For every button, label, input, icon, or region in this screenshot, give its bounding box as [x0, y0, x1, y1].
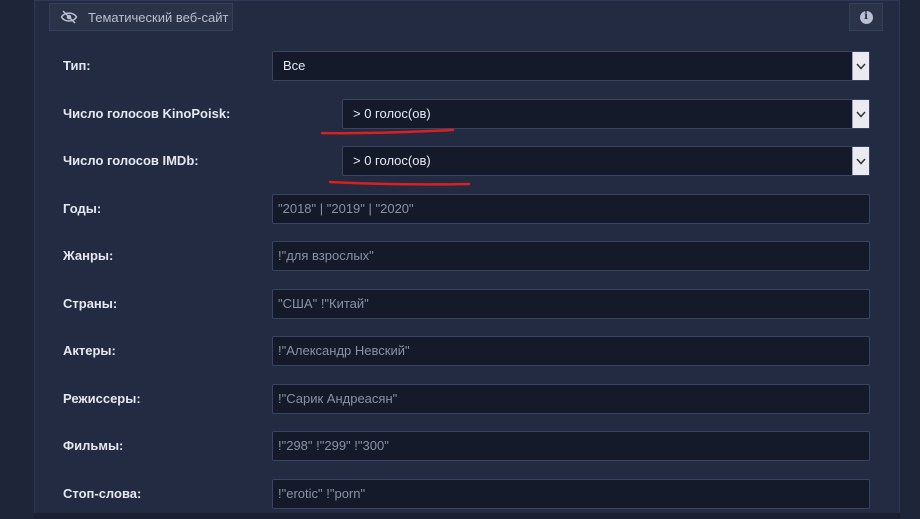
countries-input[interactable]: "США" !"Китай"	[272, 289, 870, 319]
type-label: Тип:	[63, 58, 91, 73]
films-label: Фильмы:	[63, 438, 124, 453]
genres-input[interactable]: !"для взрослых"	[272, 241, 870, 271]
stopwords-label: Стоп-слова:	[63, 486, 142, 501]
row-years: Годы: "2018" | "2019" | "2020"	[35, 194, 901, 224]
eye-off-icon	[60, 10, 78, 24]
type-select-value: Все	[283, 58, 306, 73]
kp-votes-select-value: > 0 голос(ов)	[353, 106, 431, 121]
type-select[interactable]: Все	[272, 51, 870, 81]
right-gutter	[900, 0, 920, 519]
filter-panel: Тематический веб-сайт i Тип: Все Число г…	[34, 0, 900, 514]
info-icon: i	[859, 10, 873, 24]
panel-tab-header[interactable]: Тематический веб-сайт	[49, 3, 233, 31]
years-label: Годы:	[63, 201, 102, 216]
imdb-votes-select[interactable]: > 0 голос(ов)	[342, 146, 870, 176]
imdb-votes-label: Число голосов IMDb:	[63, 153, 199, 168]
chevron-down-icon[interactable]	[852, 52, 869, 80]
genres-label: Жанры:	[63, 248, 114, 263]
years-input[interactable]: "2018" | "2019" | "2020"	[272, 194, 870, 224]
row-genres: Жанры: !"для взрослых"	[35, 241, 901, 271]
row-type: Тип: Все	[35, 51, 901, 81]
films-input[interactable]: !"298" !"299" !"300"	[272, 431, 870, 461]
row-films: Фильмы: !"298" !"299" !"300"	[35, 431, 901, 461]
kp-votes-label: Число голосов KinoPoisk:	[63, 106, 231, 121]
actors-input[interactable]: !"Александр Невский"	[272, 336, 870, 366]
row-imdb-votes: Число голосов IMDb: > 0 голос(ов)	[35, 146, 901, 176]
row-actors: Актеры: !"Александр Невский"	[35, 336, 901, 366]
row-directors: Режиссеры: !"Сарик Андреасян"	[35, 384, 901, 414]
info-button[interactable]: i	[849, 3, 883, 31]
chevron-down-icon[interactable]	[852, 100, 869, 128]
directors-input[interactable]: !"Сарик Андреасян"	[272, 384, 870, 414]
panel-bottom-edge	[34, 513, 900, 519]
row-countries: Страны: "США" !"Китай"	[35, 289, 901, 319]
panel-title: Тематический веб-сайт	[88, 9, 229, 25]
left-gutter	[0, 0, 34, 519]
directors-label: Режиссеры:	[63, 391, 141, 406]
stopwords-input[interactable]: !"erotic" !"porn"	[272, 479, 870, 509]
row-stopwords: Стоп-слова: !"erotic" !"porn"	[35, 479, 901, 509]
row-kp-votes: Число голосов KinoPoisk: > 0 голос(ов)	[35, 99, 901, 129]
chevron-down-icon[interactable]	[852, 147, 869, 175]
actors-label: Актеры:	[63, 343, 116, 358]
countries-label: Страны:	[63, 296, 118, 311]
kp-votes-select[interactable]: > 0 голос(ов)	[342, 99, 870, 129]
imdb-votes-select-value: > 0 голос(ов)	[353, 153, 431, 168]
